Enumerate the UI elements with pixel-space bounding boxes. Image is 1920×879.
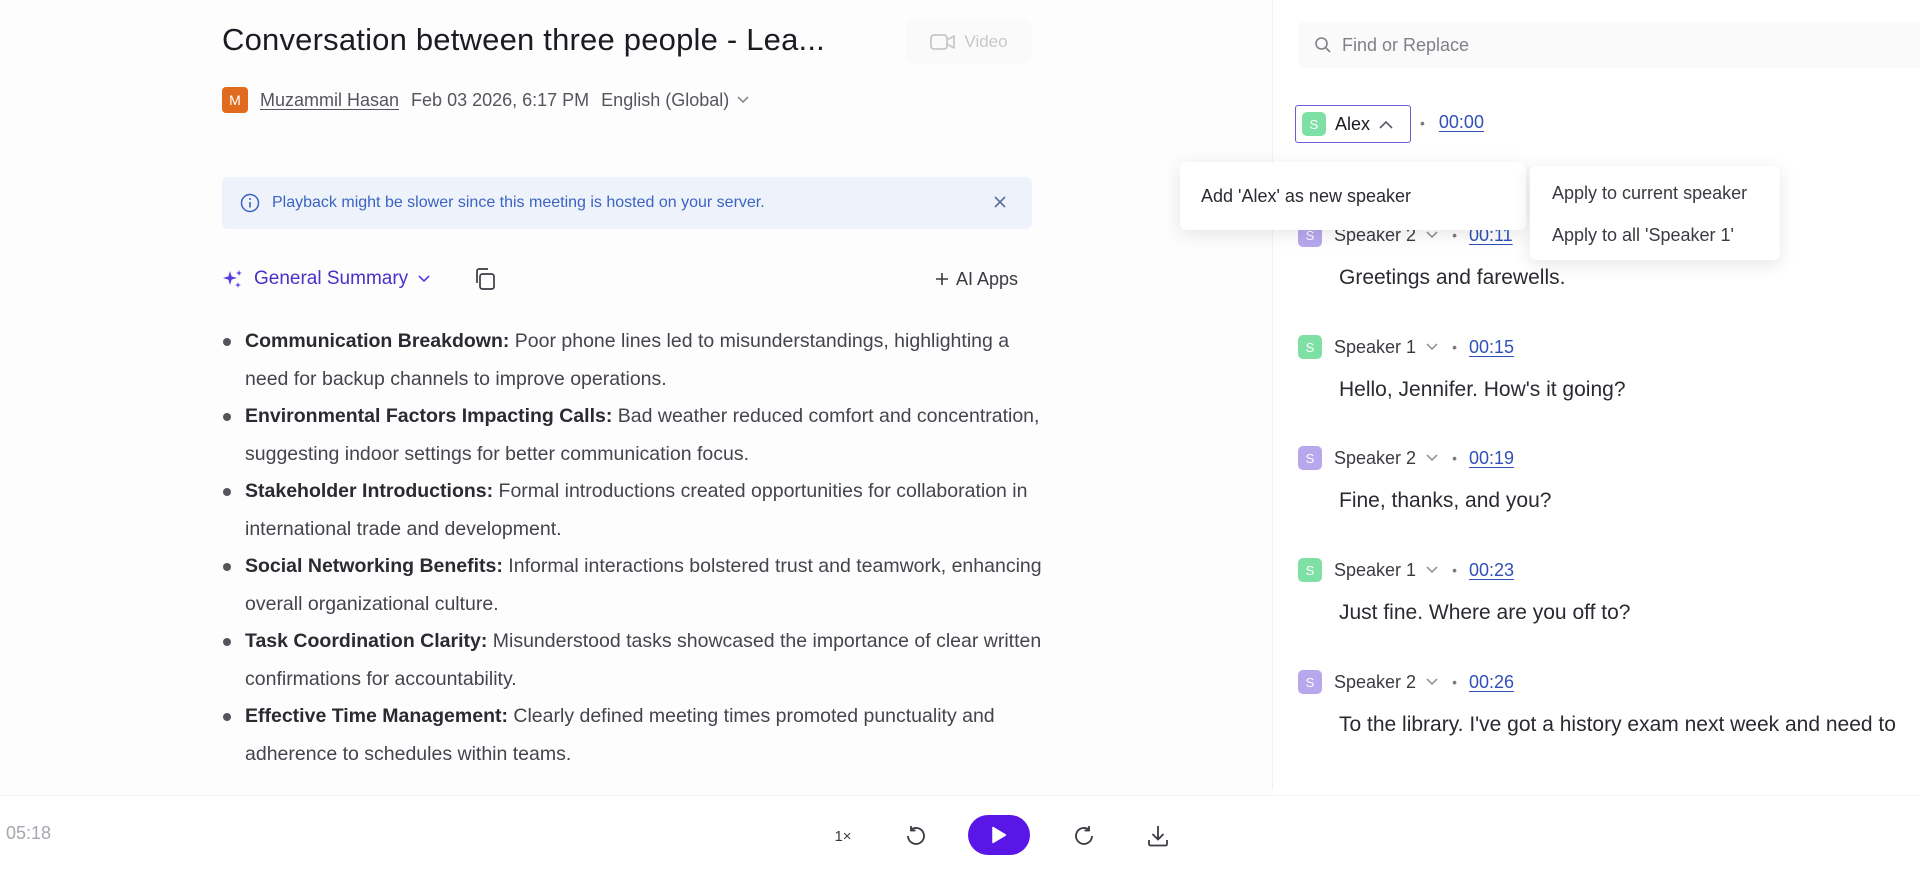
- banner-text: Playback might be slower since this meet…: [272, 194, 765, 211]
- download-icon[interactable]: [1140, 818, 1176, 854]
- rewind-icon[interactable]: [898, 818, 934, 854]
- separator-dot: •: [1420, 114, 1425, 131]
- timestamp-link[interactable]: 00:00: [1439, 112, 1484, 133]
- summary-type-select[interactable]: General Summary: [222, 262, 430, 296]
- author-link[interactable]: Muzammil Hasan: [260, 90, 399, 111]
- language-select[interactable]: English (Global): [601, 90, 749, 111]
- apply-current-option[interactable]: Apply to current speaker: [1552, 180, 1780, 222]
- summary-type-label: General Summary: [254, 268, 409, 289]
- segment-header: S Speaker 1 • 00:15: [1298, 335, 1514, 359]
- segment-header: S Speaker 2 • 00:26: [1298, 670, 1514, 694]
- chevron-down-icon: [737, 96, 749, 104]
- avatar: M: [222, 87, 248, 113]
- chevron-down-icon: [418, 275, 430, 283]
- list-item: Task Coordination Clarity: Misunderstood…: [222, 623, 1042, 698]
- chevron-down-icon[interactable]: [1426, 343, 1438, 351]
- chevron-down-icon[interactable]: [1426, 454, 1438, 462]
- speaker-name[interactable]: Speaker 1: [1334, 337, 1416, 358]
- segment-text[interactable]: To the library. I've got a history exam …: [1339, 713, 1896, 737]
- segment-text[interactable]: Fine, thanks, and you?: [1339, 489, 1551, 513]
- list-item: Social Networking Benefits: Informal int…: [222, 548, 1042, 623]
- search-icon: [1314, 36, 1332, 54]
- timestamp-link[interactable]: 00:15: [1469, 337, 1514, 358]
- summary-item-title: Task Coordination Clarity:: [245, 630, 488, 652]
- meeting-meta: M Muzammil Hasan Feb 03 2026, 6:17 PM En…: [222, 86, 749, 114]
- segment-time-row: • 00:00: [1420, 112, 1484, 133]
- speaker-avatar: S: [1298, 335, 1322, 359]
- chevron-down-icon[interactable]: [1426, 678, 1438, 686]
- playback-time: 05:18: [6, 823, 52, 843]
- video-camera-icon: [930, 33, 956, 51]
- apply-speaker-menu: Apply to current speaker Apply to all 'S…: [1530, 166, 1780, 260]
- segment-text[interactable]: Hello, Jennifer. How's it going?: [1339, 378, 1626, 402]
- segment-header: S Speaker 2 • 00:19: [1298, 446, 1514, 470]
- close-icon[interactable]: [990, 192, 1010, 212]
- forward-icon[interactable]: [1066, 818, 1102, 854]
- page-title: Conversation between three people - Lea.…: [222, 22, 825, 57]
- ai-apps-button[interactable]: AI Apps: [934, 262, 1018, 296]
- separator-dot: •: [1452, 339, 1457, 355]
- video-button[interactable]: Video: [906, 20, 1032, 64]
- timestamp-link[interactable]: 00:26: [1469, 672, 1514, 693]
- timestamp-link[interactable]: 00:23: [1469, 560, 1514, 581]
- playback-speed-button[interactable]: 1×: [826, 818, 860, 854]
- chevron-down-icon[interactable]: [1426, 566, 1438, 574]
- speaker-avatar: S: [1298, 446, 1322, 470]
- find-replace-placeholder: Find or Replace: [1342, 34, 1470, 55]
- ai-apps-label: AI Apps: [955, 268, 1018, 289]
- plus-icon: [934, 271, 950, 287]
- timestamp-link[interactable]: 00:19: [1469, 448, 1514, 469]
- list-item: Environmental Factors Impacting Calls: B…: [222, 398, 1042, 473]
- segment-text[interactable]: Greetings and farewells.: [1339, 266, 1565, 290]
- speaker-name[interactable]: Speaker 2: [1334, 672, 1416, 693]
- info-icon: [240, 193, 260, 213]
- chevron-up-icon: [1379, 120, 1393, 129]
- speaker-avatar: S: [1298, 558, 1322, 582]
- speaker-name-input[interactable]: S Alex: [1295, 105, 1411, 143]
- meeting-date: Feb 03 2026, 6:17 PM: [411, 89, 590, 110]
- speaker-name[interactable]: Speaker 1: [1334, 560, 1416, 581]
- language-label: English (Global): [601, 89, 730, 110]
- audio-player-bar: [0, 795, 1920, 879]
- list-item: Effective Time Management: Clearly defin…: [222, 698, 1042, 773]
- play-icon: [991, 826, 1007, 844]
- summary-item-title: Effective Time Management:: [245, 705, 508, 727]
- play-button[interactable]: [968, 815, 1030, 855]
- speaker-avatar: S: [1302, 112, 1326, 136]
- segment-text[interactable]: Just fine. Where are you off to?: [1339, 601, 1630, 625]
- video-button-label: Video: [964, 32, 1008, 51]
- add-speaker-option[interactable]: Add 'Alex' as new speaker: [1201, 186, 1411, 207]
- summary-item-title: Environmental Factors Impacting Calls:: [245, 405, 613, 427]
- apply-all-option[interactable]: Apply to all 'Speaker 1': [1552, 222, 1780, 264]
- list-item: Communication Breakdown: Poor phone line…: [222, 323, 1042, 398]
- copy-icon[interactable]: [468, 262, 502, 296]
- speaker-name[interactable]: Speaker 2: [1334, 448, 1416, 469]
- speaker-avatar: S: [1298, 670, 1322, 694]
- summary-item-title: Stakeholder Introductions:: [245, 480, 494, 502]
- chevron-down-icon[interactable]: [1426, 231, 1438, 239]
- separator-dot: •: [1452, 674, 1457, 690]
- separator-dot: •: [1452, 562, 1457, 578]
- separator-dot: •: [1452, 450, 1457, 466]
- find-replace-input[interactable]: Find or Replace: [1298, 22, 1920, 68]
- list-item: Stakeholder Introductions: Formal introd…: [222, 473, 1042, 548]
- summary-item-title: Communication Breakdown:: [245, 330, 510, 352]
- sparkle-icon: [222, 268, 244, 290]
- add-speaker-menu: Add 'Alex' as new speaker: [1180, 162, 1526, 230]
- server-notice-banner: Playback might be slower since this meet…: [222, 177, 1032, 229]
- summary-toolbar: General Summary AI Apps: [222, 262, 1032, 296]
- segment-header: S Speaker 1 • 00:23: [1298, 558, 1514, 582]
- summary-item-title: Social Networking Benefits:: [245, 555, 503, 577]
- summary-list: Communication Breakdown: Poor phone line…: [222, 323, 1042, 773]
- speaker-name-value: Alex: [1335, 113, 1371, 134]
